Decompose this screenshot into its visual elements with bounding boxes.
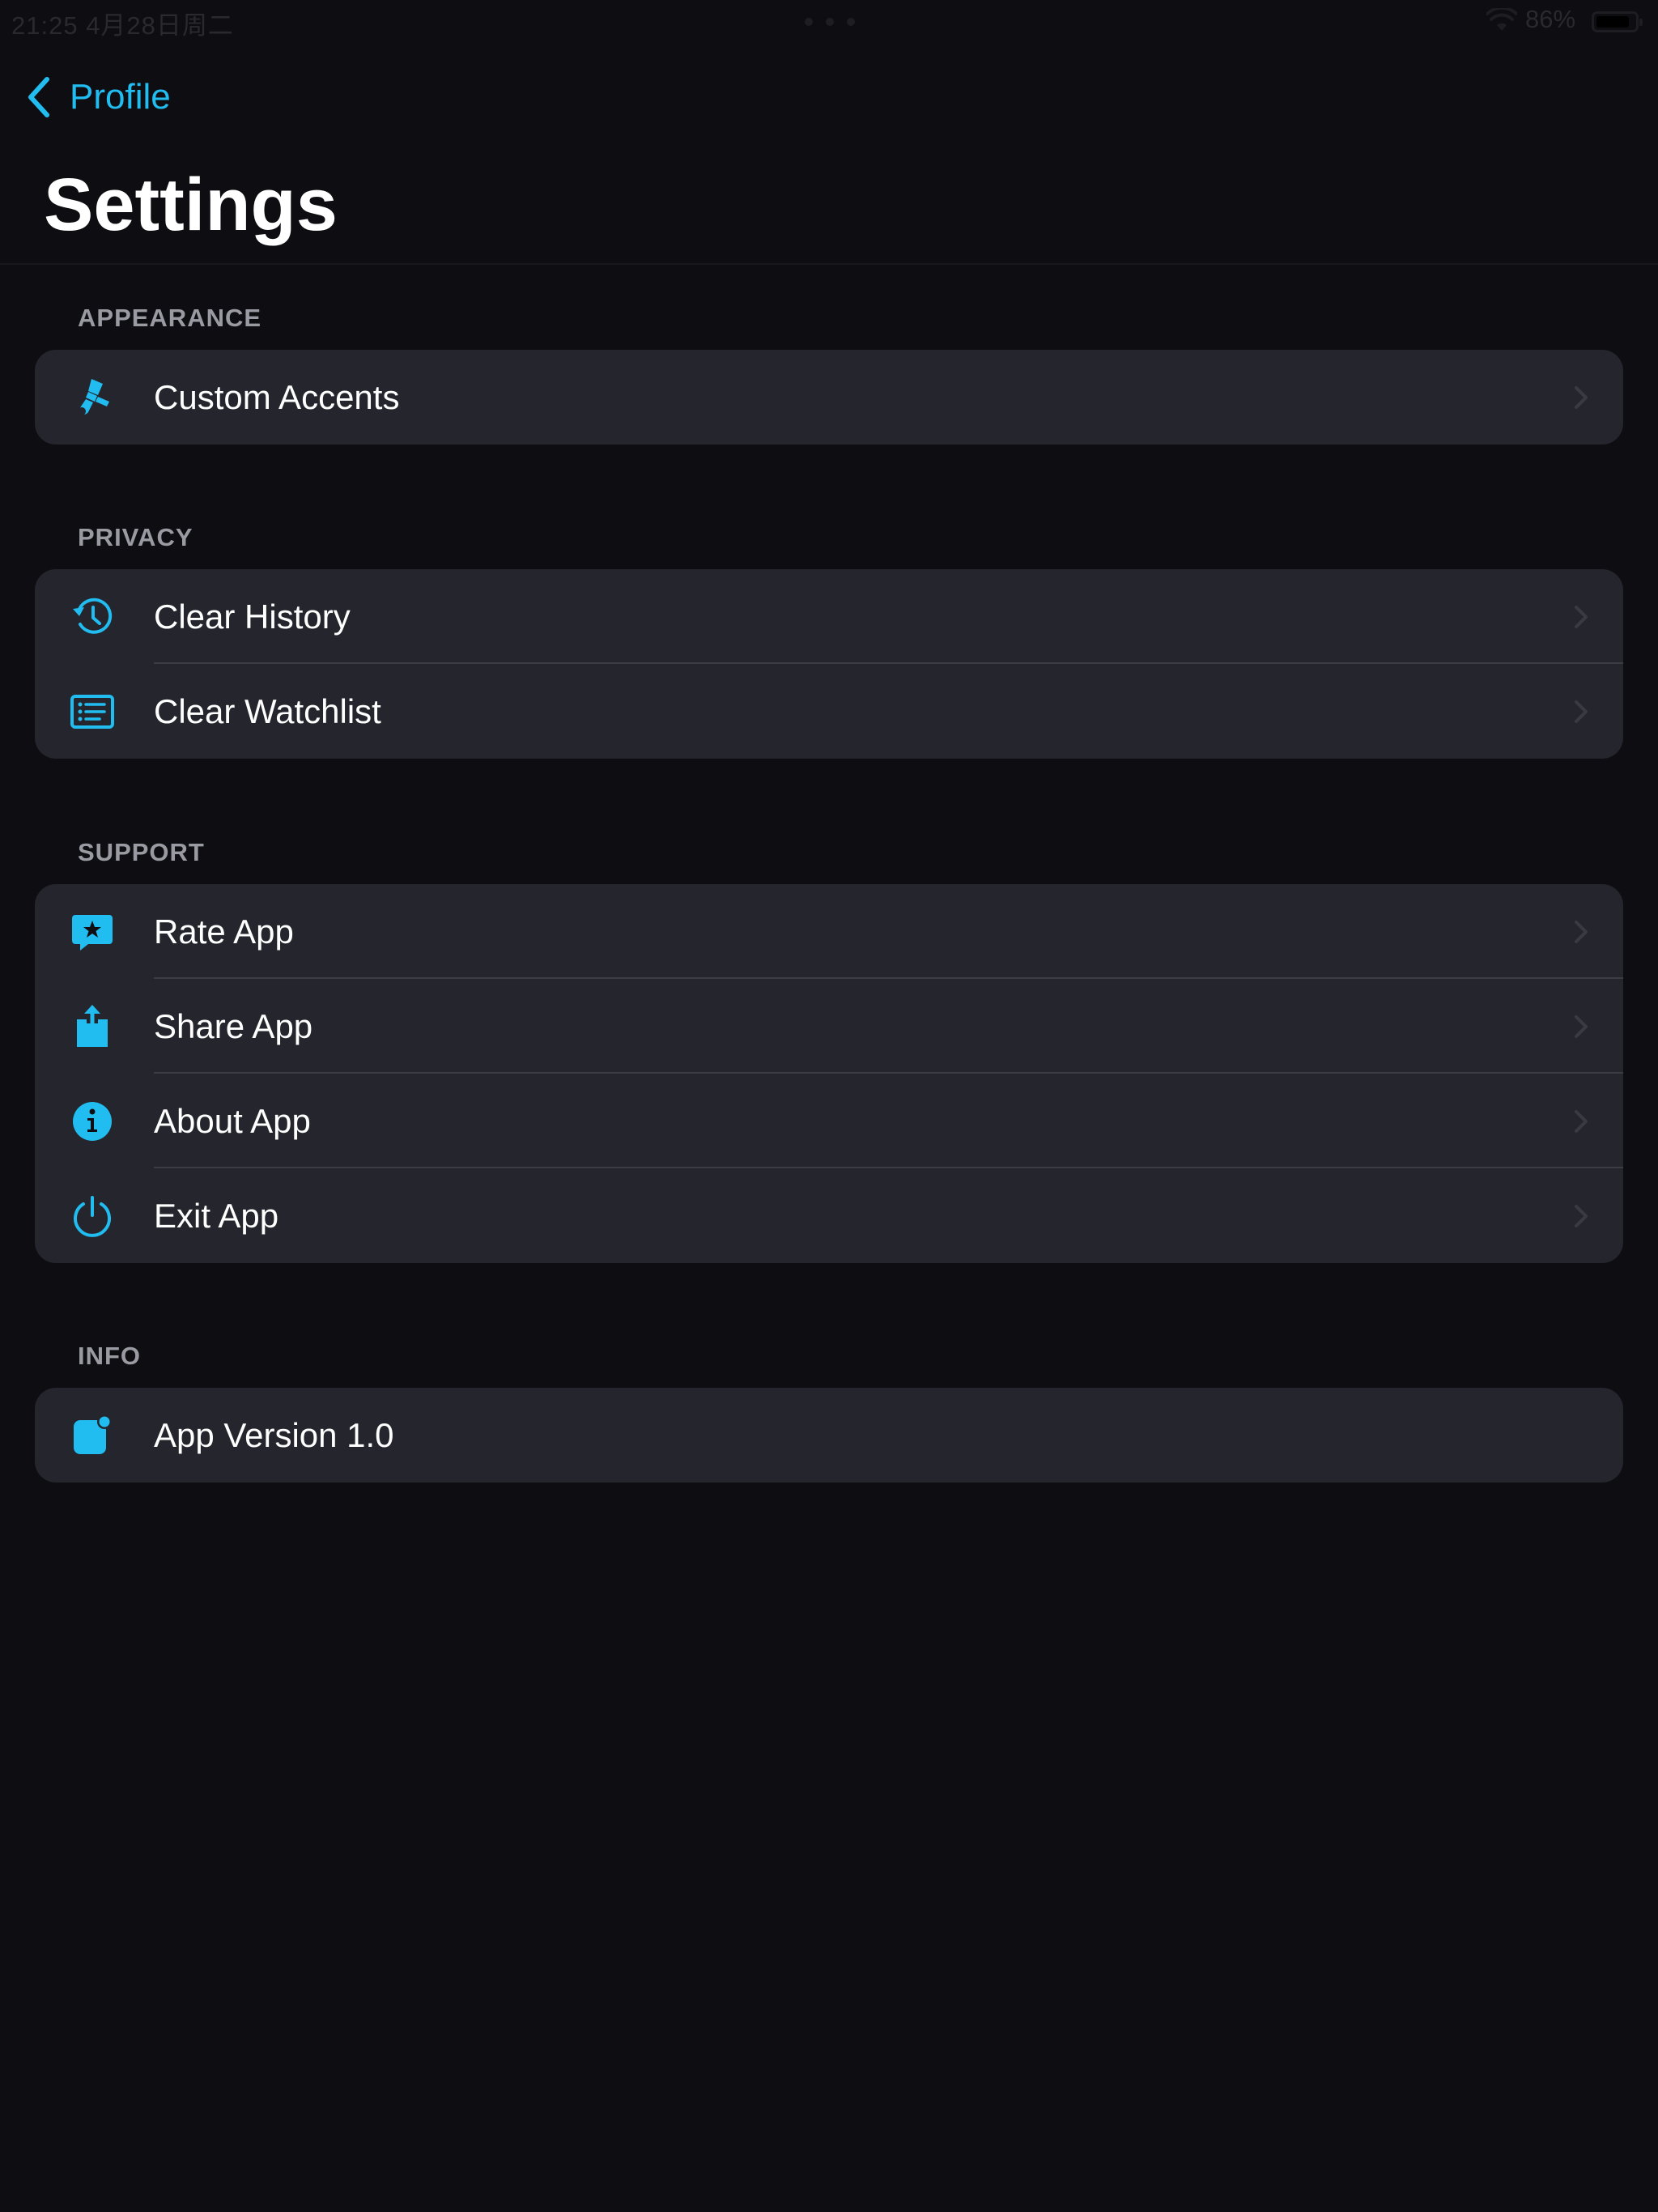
app-badge-icon — [70, 1414, 114, 1457]
chevron-right-icon — [1575, 1110, 1588, 1133]
chevron-right-icon — [1575, 386, 1588, 409]
chevron-right-icon — [1575, 921, 1588, 943]
header-divider — [0, 263, 1658, 265]
row-label: Rate App — [154, 912, 294, 951]
row-label: About App — [154, 1101, 311, 1140]
status-time: 21:25 4月28日周二 — [11, 11, 234, 40]
chevron-right-icon — [1575, 1205, 1588, 1227]
chevron-left-icon — [28, 77, 49, 117]
wifi-icon — [1486, 8, 1517, 31]
row-label: Clear Watchlist — [154, 691, 381, 730]
list-icon — [70, 690, 114, 734]
battery-percent: 86% — [1525, 5, 1576, 33]
section-header-support: SUPPORT — [78, 838, 205, 866]
multitasking-dots[interactable] — [805, 18, 855, 26]
group-support: Rate App Share App About App Exit App — [35, 884, 1623, 1263]
page-title: Settings — [44, 164, 338, 246]
chevron-right-icon — [1575, 1015, 1588, 1038]
row-rate-app[interactable]: Rate App — [35, 884, 1623, 979]
power-icon — [70, 1194, 114, 1238]
group-appearance: Custom Accents — [35, 350, 1623, 445]
section-header-privacy: PRIVACY — [78, 523, 193, 551]
paintbrush-icon — [70, 376, 114, 419]
row-label: Custom Accents — [154, 377, 400, 416]
row-app-version: App Version 1.0 — [35, 1388, 1623, 1482]
share-icon — [70, 1005, 114, 1049]
row-share-app[interactable]: Share App — [35, 979, 1623, 1074]
group-info: App Version 1.0 — [35, 1388, 1623, 1482]
status-bar: 21:25 4月28日周二 86% — [0, 0, 1658, 42]
back-button[interactable]: Profile — [24, 73, 171, 121]
back-button-label: Profile — [70, 77, 171, 117]
chevron-right-icon — [1575, 606, 1588, 628]
row-label: Share App — [154, 1006, 313, 1045]
row-label: Exit App — [154, 1196, 279, 1235]
section-header-appearance: APPEARANCE — [78, 304, 262, 332]
row-clear-watchlist[interactable]: Clear Watchlist — [35, 664, 1623, 759]
row-clear-history[interactable]: Clear History — [35, 569, 1623, 664]
row-about-app[interactable]: About App — [35, 1074, 1623, 1168]
row-label: Clear History — [154, 597, 351, 636]
battery-icon — [1592, 11, 1643, 32]
star-bubble-icon — [70, 910, 114, 954]
row-custom-accents[interactable]: Custom Accents — [35, 350, 1623, 445]
clock-arrow-icon — [70, 595, 114, 639]
group-privacy: Clear History Clear Watchlist — [35, 569, 1623, 759]
info-icon — [70, 1100, 114, 1143]
row-exit-app[interactable]: Exit App — [35, 1168, 1623, 1263]
row-label: App Version 1.0 — [154, 1415, 394, 1454]
chevron-right-icon — [1575, 700, 1588, 723]
section-header-info: INFO — [78, 1342, 142, 1370]
